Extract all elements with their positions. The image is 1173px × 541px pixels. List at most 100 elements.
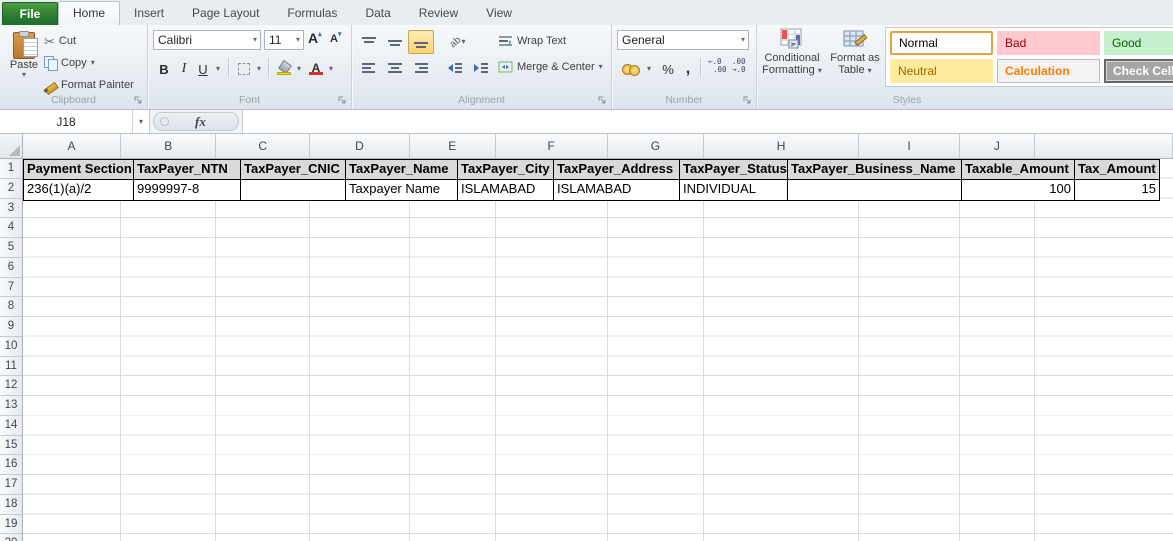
- column-header-e[interactable]: E: [410, 134, 496, 158]
- column-header-c[interactable]: C: [216, 134, 311, 158]
- row-header[interactable]: 7: [0, 278, 22, 298]
- increase-font-size-button[interactable]: A ▴: [308, 30, 322, 50]
- italic-button[interactable]: I: [175, 57, 193, 81]
- align-right-button[interactable]: [408, 56, 434, 80]
- accounting-format-button[interactable]: [617, 57, 645, 81]
- align-middle-button[interactable]: [382, 30, 408, 54]
- borders-dropdown-arrow-icon[interactable]: ▾: [252, 57, 266, 81]
- number-format-combo[interactable]: General ▾: [617, 30, 749, 50]
- column-header-h[interactable]: H: [704, 134, 860, 158]
- header-cell-taxpayer-ntn[interactable]: TaxPayer_NTN: [134, 160, 241, 180]
- conditional-formatting-button[interactable]: Conditional Formatting ▾: [759, 28, 825, 76]
- wrap-text-button[interactable]: Wrap Text: [498, 30, 566, 52]
- alignment-dialog-launcher-icon[interactable]: [597, 95, 607, 105]
- cell-taxpayer-business-name[interactable]: [788, 179, 962, 200]
- row-header[interactable]: 18: [0, 495, 22, 515]
- header-cell-taxpayer-name[interactable]: TaxPayer_Name: [346, 160, 458, 180]
- accounting-dropdown-arrow-icon[interactable]: ▾: [643, 57, 655, 81]
- tab-view[interactable]: View: [472, 2, 526, 25]
- tab-home[interactable]: Home: [58, 1, 121, 25]
- number-dialog-launcher-icon[interactable]: [742, 95, 752, 105]
- percent-style-button[interactable]: %: [658, 57, 678, 81]
- header-cell-taxpayer-city[interactable]: TaxPayer_City: [458, 160, 554, 180]
- header-cell-payment-section[interactable]: Payment Section: [24, 160, 134, 180]
- comma-style-button[interactable]: ,: [680, 57, 696, 81]
- clipboard-dialog-launcher-icon[interactable]: [133, 95, 143, 105]
- align-top-button[interactable]: [356, 30, 382, 54]
- tab-data[interactable]: Data: [351, 2, 404, 25]
- row-header[interactable]: 20: [0, 534, 22, 541]
- cell-tax-amount[interactable]: 15: [1075, 180, 1159, 200]
- row-header[interactable]: 15: [0, 436, 22, 456]
- cell-taxpayer-address[interactable]: ISLAMABAD: [554, 179, 680, 200]
- header-cell-taxpayer-status[interactable]: TaxPayer_Status: [680, 160, 788, 180]
- row-header[interactable]: 16: [0, 455, 22, 475]
- underline-dropdown-arrow-icon[interactable]: ▾: [211, 57, 225, 81]
- header-cell-taxable-amount[interactable]: Taxable_Amount: [962, 160, 1075, 180]
- increase-indent-button[interactable]: [468, 56, 494, 80]
- style-good[interactable]: Good: [1104, 31, 1173, 55]
- header-cell-tax-amount[interactable]: Tax_Amount: [1075, 160, 1159, 180]
- cell-taxpayer-name[interactable]: Taxpayer Name: [346, 179, 458, 200]
- row-header[interactable]: 17: [0, 475, 22, 495]
- font-color-button[interactable]: A: [306, 57, 326, 81]
- style-neutral[interactable]: Neutral: [890, 59, 993, 83]
- column-header-a[interactable]: A: [23, 134, 122, 158]
- name-box[interactable]: J18: [0, 110, 133, 133]
- fill-color-button[interactable]: [274, 57, 294, 81]
- column-header-b[interactable]: B: [121, 134, 217, 158]
- row-header[interactable]: 19: [0, 515, 22, 535]
- align-left-button[interactable]: [356, 56, 382, 80]
- cell-payment-section[interactable]: 236(1)(a)/2: [24, 179, 134, 200]
- font-dialog-launcher-icon[interactable]: [337, 95, 347, 105]
- bold-button[interactable]: B: [154, 57, 174, 81]
- align-bottom-button[interactable]: [408, 30, 434, 54]
- name-box-dropdown-arrow-icon[interactable]: ▾: [133, 110, 150, 133]
- header-cell-taxpayer-cnic[interactable]: TaxPayer_CNIC: [241, 160, 346, 180]
- decrease-decimal-button[interactable]: .00 →.0: [732, 58, 746, 74]
- row-header[interactable]: 2: [0, 179, 22, 199]
- grid-cells[interactable]: Payment Section TaxPayer_NTN TaxPayer_CN…: [23, 159, 1173, 541]
- header-cell-taxpayer-business-name[interactable]: TaxPayer_Business_Name: [788, 160, 962, 180]
- copy-dropdown-arrow-icon[interactable]: ▾: [91, 59, 95, 67]
- borders-button[interactable]: [234, 57, 254, 81]
- row-header[interactable]: 9: [0, 317, 22, 337]
- row-header[interactable]: 10: [0, 337, 22, 357]
- row-header[interactable]: 3: [0, 199, 22, 219]
- header-cell-taxpayer-address[interactable]: TaxPayer_Address: [554, 160, 680, 180]
- cell-taxable-amount[interactable]: 100: [962, 179, 1075, 200]
- paste-dropdown-arrow-icon[interactable]: ▾: [22, 71, 26, 79]
- copy-button[interactable]: Copy ▾: [44, 53, 95, 73]
- tab-page-layout[interactable]: Page Layout: [178, 2, 273, 25]
- insert-function-button[interactable]: fx: [195, 114, 206, 130]
- orientation-button[interactable]: ab ▾: [440, 30, 476, 54]
- row-header[interactable]: 14: [0, 416, 22, 436]
- style-normal[interactable]: Normal: [890, 31, 993, 55]
- increase-decimal-button[interactable]: ←.0 .00: [708, 58, 727, 74]
- format-as-table-button[interactable]: Format as Table ▾: [827, 28, 883, 76]
- row-header[interactable]: 5: [0, 238, 22, 258]
- style-check-cell[interactable]: Check Cell: [1104, 59, 1173, 83]
- align-center-button[interactable]: [382, 56, 408, 80]
- column-header-i[interactable]: I: [859, 134, 960, 158]
- merge-center-button[interactable]: Merge & Center ▾: [498, 56, 603, 78]
- font-size-combo[interactable]: 11 ▾: [264, 30, 304, 50]
- column-header-f[interactable]: F: [496, 134, 608, 158]
- tab-insert[interactable]: Insert: [120, 2, 178, 25]
- tab-formulas[interactable]: Formulas: [273, 2, 351, 25]
- tab-review[interactable]: Review: [405, 2, 472, 25]
- decrease-font-size-button[interactable]: A ▾: [330, 30, 341, 50]
- cell-taxpayer-cnic[interactable]: [241, 179, 346, 200]
- font-name-combo[interactable]: Calibri ▾: [153, 30, 261, 50]
- cell-taxpayer-city[interactable]: ISLAMABAD: [458, 179, 554, 200]
- row-header[interactable]: 11: [0, 357, 22, 377]
- row-header[interactable]: 6: [0, 258, 22, 278]
- column-header-k[interactable]: [1035, 134, 1173, 158]
- decrease-indent-button[interactable]: [442, 56, 468, 80]
- row-header[interactable]: 13: [0, 396, 22, 416]
- file-tab[interactable]: File: [2, 2, 58, 25]
- row-header[interactable]: 4: [0, 218, 22, 238]
- column-header-d[interactable]: D: [310, 134, 410, 158]
- style-bad[interactable]: Bad: [997, 31, 1100, 55]
- formula-input[interactable]: [242, 110, 1173, 133]
